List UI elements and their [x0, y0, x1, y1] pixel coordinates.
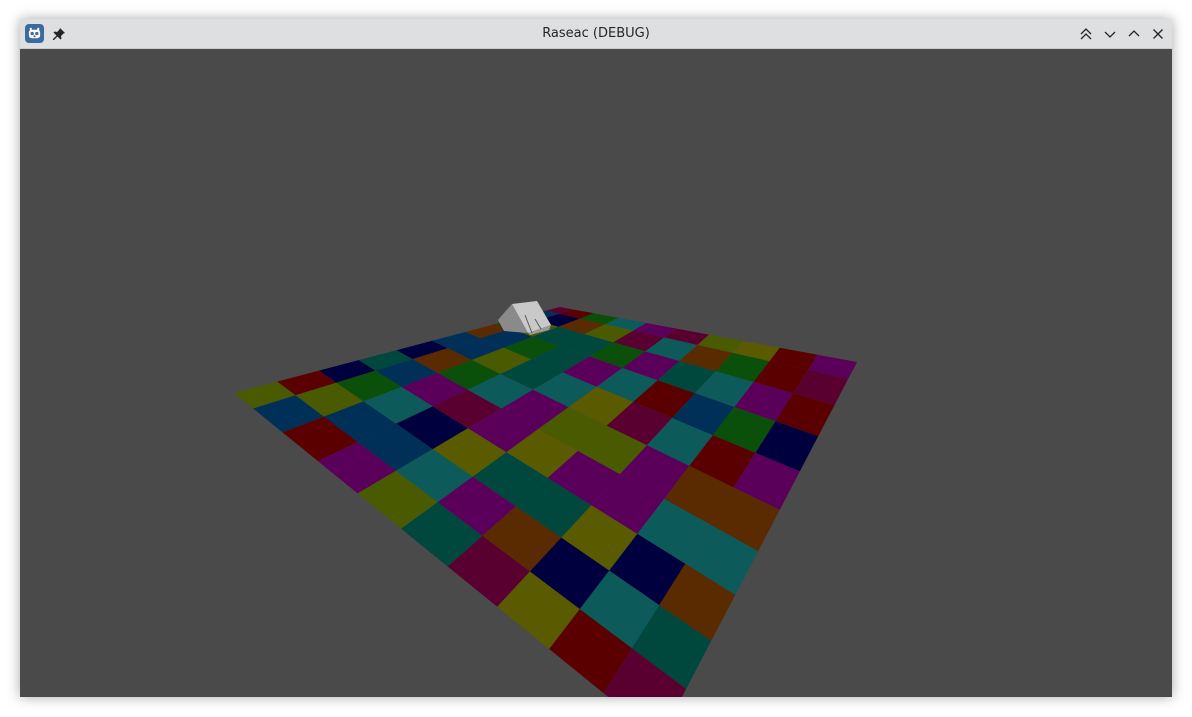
app-window: Raseac (DEBUG): [20, 19, 1172, 697]
title-bar[interactable]: Raseac (DEBUG): [20, 19, 1172, 49]
minimize-icon[interactable]: [1102, 26, 1118, 42]
tile-grid: [234, 307, 857, 697]
keep-above-icon[interactable]: [1078, 26, 1094, 42]
game-viewport[interactable]: [20, 49, 1172, 697]
close-icon[interactable]: [1150, 26, 1166, 42]
window-title: Raseac (DEBUG): [542, 26, 650, 41]
maximize-icon[interactable]: [1126, 26, 1142, 42]
tent: [498, 301, 551, 335]
game-board: [234, 301, 857, 697]
